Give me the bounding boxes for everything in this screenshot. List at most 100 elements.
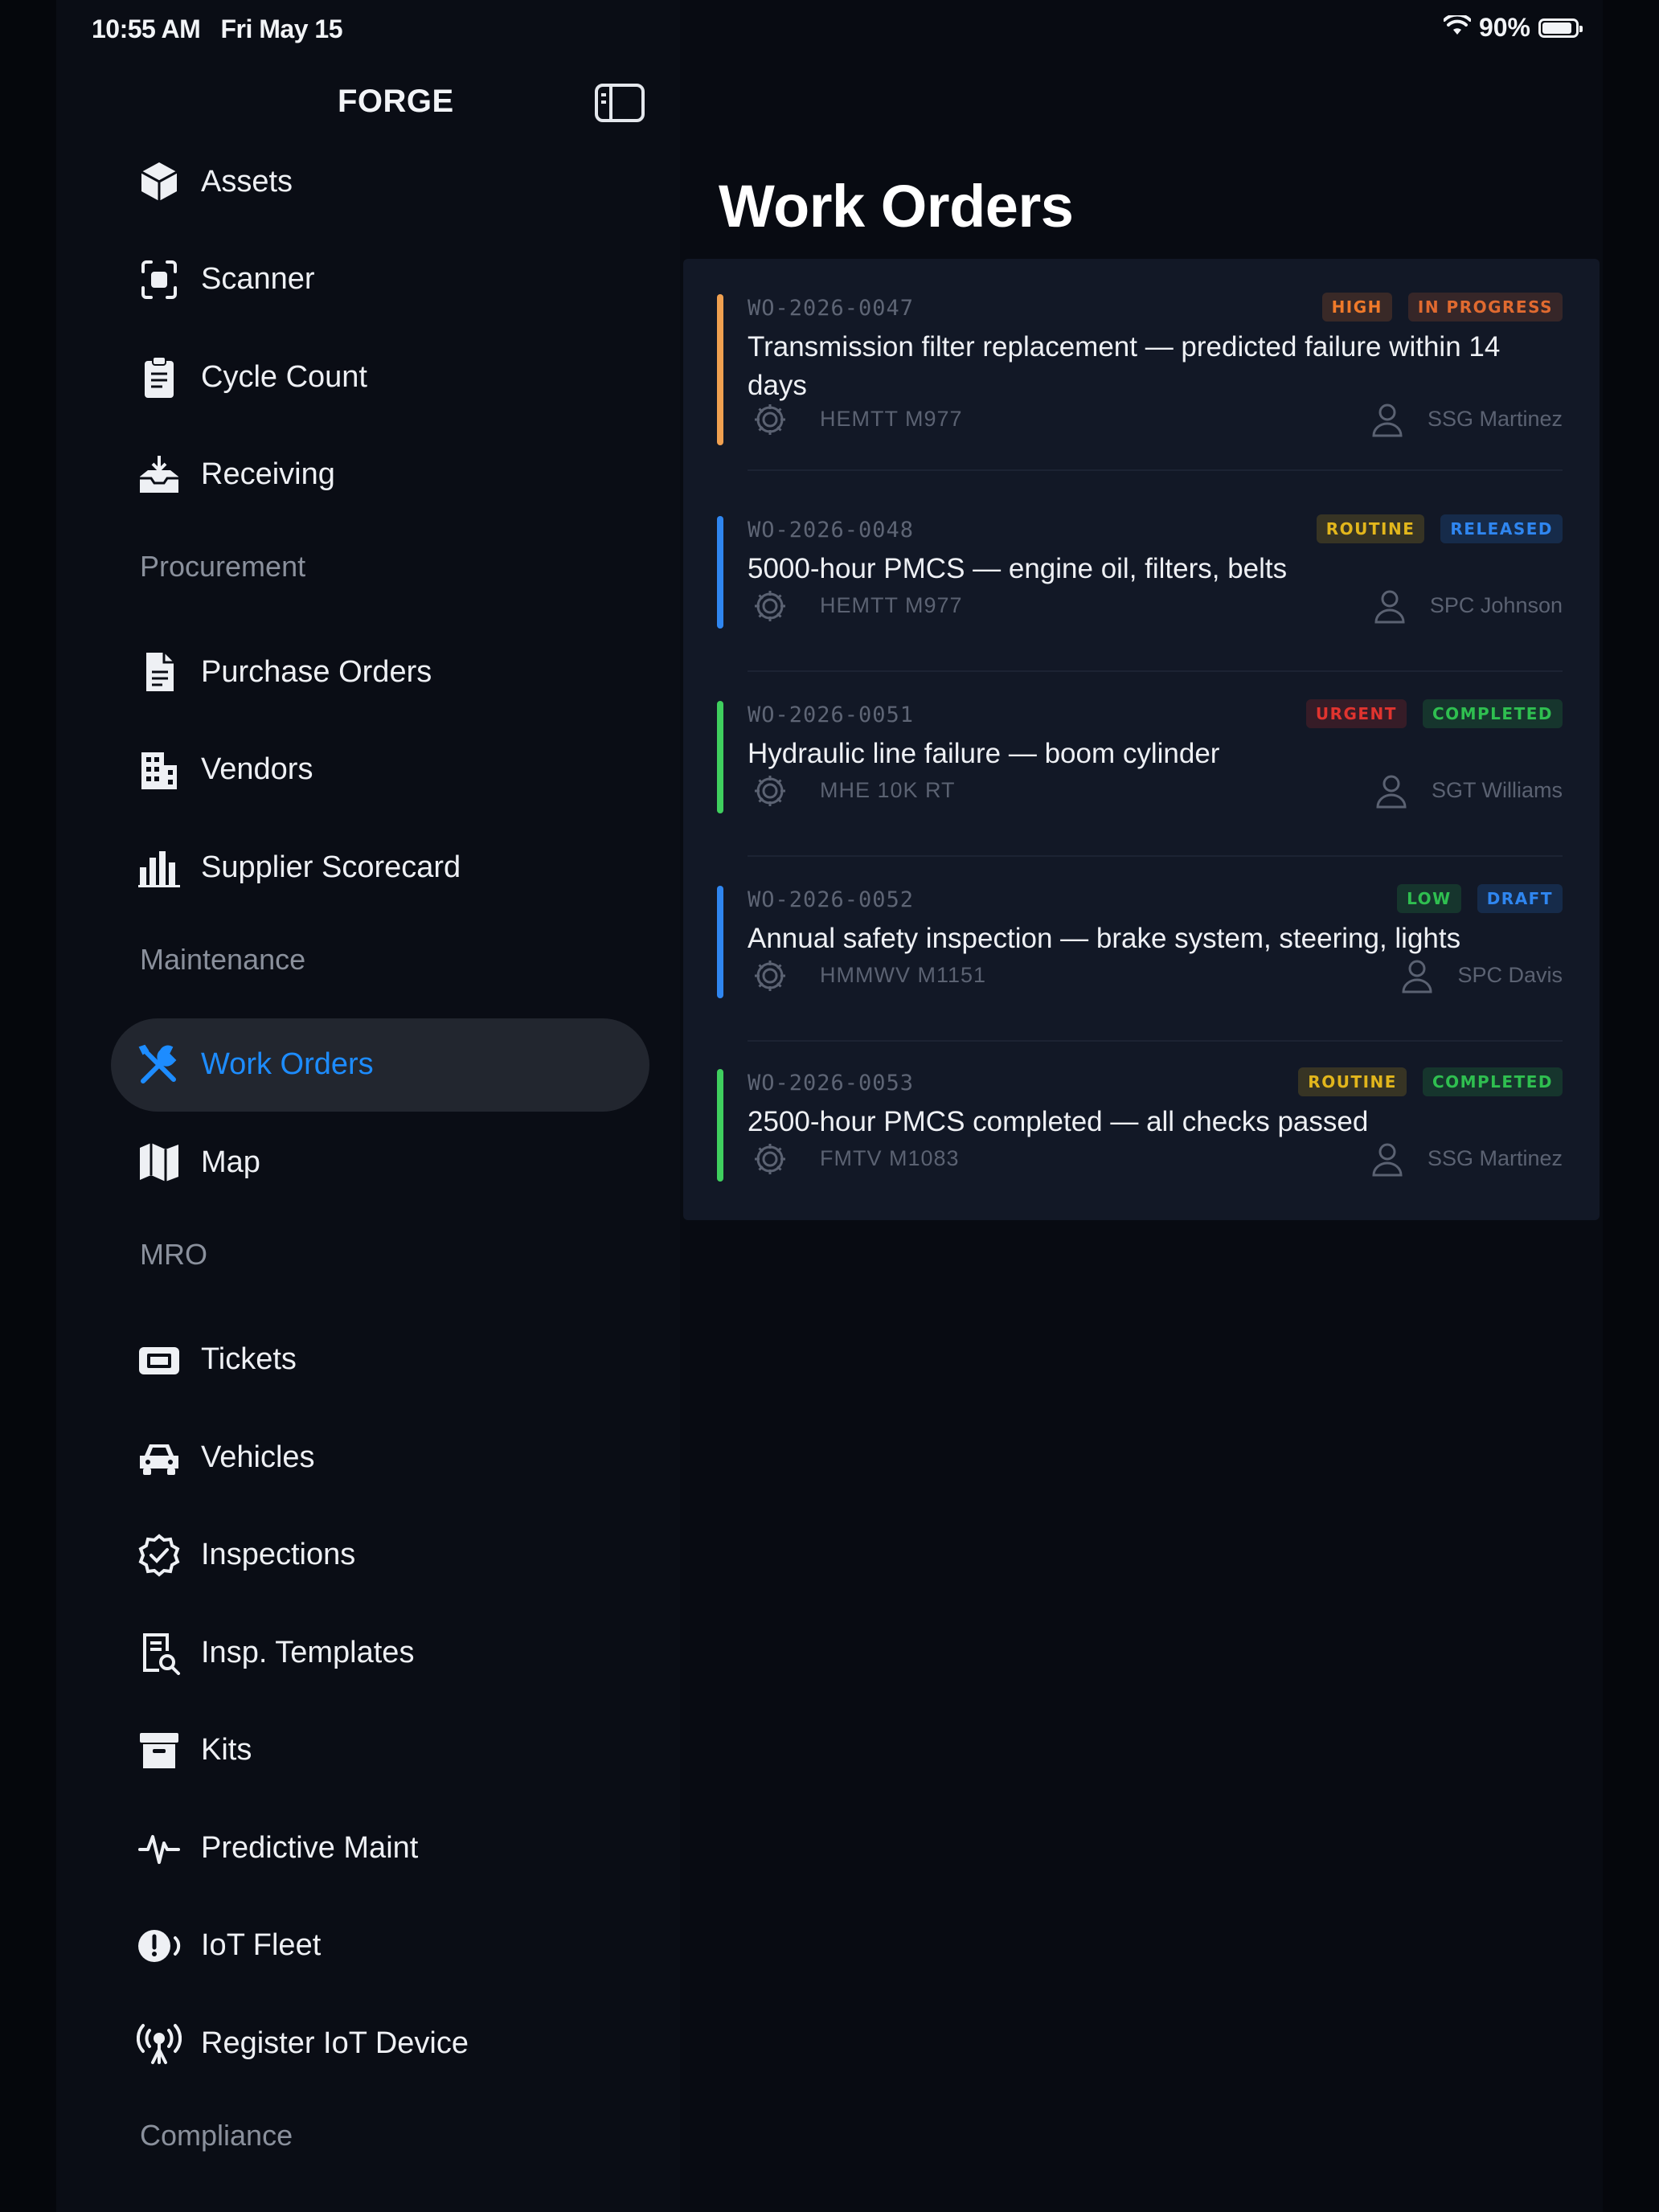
- work-order-id: WO-2026-0047: [748, 296, 915, 321]
- person-icon: [1374, 588, 1406, 624]
- sidebar-item-label: Cycle Count: [201, 359, 367, 394]
- gear-icon: [752, 1141, 788, 1177]
- work-order-card[interactable]: WO-2026-0048 ROUTINE RELEASED 5000-hour PMC…: [683, 513, 1600, 672]
- priority-badge: HIGH: [1321, 293, 1392, 322]
- sidebar-item-vendors[interactable]: Vendors: [111, 723, 649, 817]
- priority-accent-bar: [717, 516, 723, 629]
- sidebar-item-predictive-maint[interactable]: Predictive Maint: [111, 1801, 649, 1895]
- badge-row: ROUTINE COMPLETED: [1298, 1067, 1563, 1096]
- gear-icon: [752, 773, 788, 809]
- car-icon: [133, 1432, 185, 1483]
- scanner-icon: [133, 254, 185, 305]
- work-order-id: WO-2026-0053: [748, 1071, 915, 1096]
- work-order-title: Hydraulic line failure — boom cylinder: [748, 738, 1220, 769]
- priority-badge: ROUTINE: [1316, 514, 1425, 543]
- battery-percent: 90%: [1478, 13, 1530, 42]
- priority-badge: LOW: [1397, 884, 1461, 913]
- clipboard-icon: [133, 351, 185, 403]
- sidebar-item-label: Assets: [201, 164, 293, 199]
- person-icon: [1371, 402, 1403, 437]
- antenna-icon: [133, 2017, 185, 2069]
- bar-chart-icon: [133, 842, 185, 893]
- priority-badge: ROUTINE: [1298, 1067, 1407, 1096]
- priority-accent-bar: [717, 886, 723, 998]
- priority-accent-bar: [717, 701, 723, 813]
- wifi-icon: [1442, 13, 1472, 43]
- sidebar-item-iot-fleet[interactable]: IoT Fleet: [111, 1899, 649, 1993]
- sidebar-item-tickets[interactable]: Tickets: [111, 1313, 649, 1407]
- work-order-id: WO-2026-0051: [748, 703, 915, 727]
- priority-accent-bar: [717, 294, 723, 445]
- status-badge: IN PROGRESS: [1407, 293, 1563, 322]
- card-divider: [748, 469, 1563, 471]
- assignee-name: SSG Martinez: [1427, 1146, 1563, 1170]
- work-order-card[interactable]: WO-2026-0052 LOW DRAFT Annual safety inspec…: [683, 883, 1600, 1042]
- wrench-screwdriver-icon: [133, 1039, 185, 1091]
- waveform-icon: [133, 1822, 185, 1874]
- status-bar-time: 10:55 AM Fri May 15: [92, 14, 342, 44]
- work-order-card[interactable]: WO-2026-0051 URGENT COMPLETED Hydraulic lin…: [683, 698, 1600, 857]
- card-divider: [748, 670, 1563, 672]
- sidebar-item-label: Receiving: [201, 457, 335, 491]
- asset-name: HEMTT M977: [820, 407, 963, 431]
- sidebar-item-vehicles[interactable]: Vehicles: [111, 1411, 649, 1504]
- badge-row: HIGH IN PROGRESS: [1321, 293, 1563, 322]
- gear-icon: [752, 958, 788, 993]
- sidebar-item-label: Supplier Scorecard: [201, 850, 461, 884]
- work-order-title: Annual safety inspection — brake system,…: [748, 923, 1461, 954]
- status-bar-right: 90%: [1442, 13, 1583, 43]
- sidebar-item-cycle-count[interactable]: Cycle Count: [111, 330, 649, 424]
- badge-row: ROUTINE RELEASED: [1316, 514, 1563, 543]
- sidebar-item-label: Purchase Orders: [201, 654, 432, 689]
- asset-name: FMTV M1083: [820, 1146, 960, 1170]
- work-order-card[interactable]: WO-2026-0053 ROUTINE COMPLETED 2500-hour PM…: [683, 1066, 1600, 1194]
- asset-name: MHE 10K RT: [820, 778, 956, 802]
- section-label-compliance: Compliance: [140, 2118, 293, 2152]
- section-label-procurement: Procurement: [140, 550, 306, 583]
- document-icon: [133, 646, 185, 698]
- sidebar-item-inspections[interactable]: Inspections: [111, 1509, 649, 1602]
- assignee-name: SSG Martinez: [1427, 407, 1563, 431]
- battery-fill: [1542, 22, 1571, 34]
- sidebar-item-supplier-scorecard[interactable]: Supplier Scorecard: [111, 821, 649, 914]
- work-order-card[interactable]: WO-2026-0047 HIGH IN PROGRESS Transmission …: [683, 291, 1600, 471]
- card-divider: [748, 855, 1563, 857]
- asset-name: HEMTT M977: [820, 593, 963, 617]
- document-magnifier-icon: [133, 1627, 185, 1678]
- sidebar-item-label: Inspections: [201, 1538, 356, 1571]
- badge-row: LOW DRAFT: [1397, 884, 1563, 913]
- section-label-maintenance: Maintenance: [140, 942, 306, 976]
- card-divider: [748, 1040, 1563, 1042]
- sidebar-item-assets[interactable]: Assets: [111, 135, 649, 228]
- status-date-text: Fri May 15: [220, 14, 342, 43]
- sidebar-item-label: Vehicles: [201, 1440, 315, 1474]
- asset-name: HMMWV M1151: [820, 963, 987, 987]
- work-order-title: 2500-hour PMCS completed — all checks pa…: [748, 1106, 1369, 1137]
- status-badge: DRAFT: [1477, 884, 1563, 913]
- sidebar-item-label: Work Orders: [201, 1047, 374, 1081]
- sidebar-item-map[interactable]: Map: [111, 1116, 649, 1209]
- sidebar-item-label: Kits: [201, 1733, 252, 1767]
- sidebar-item-label: IoT Fleet: [201, 1928, 322, 1962]
- sidebar-item-purchase-orders[interactable]: Purchase Orders: [111, 625, 649, 719]
- sidebar-item-scanner[interactable]: Scanner: [111, 233, 649, 326]
- sensor-icon: [133, 1920, 185, 1972]
- page-title: Work Orders: [719, 173, 1074, 240]
- sidebar-item-work-orders[interactable]: Work Orders: [111, 1018, 649, 1112]
- sidebar-item-label: Tickets: [201, 1342, 297, 1376]
- status-badge: COMPLETED: [1422, 1067, 1563, 1096]
- status-badge: RELEASED: [1440, 514, 1563, 543]
- sidebar-item-register-iot-device[interactable]: Register IoT Device: [111, 1997, 649, 2090]
- badge-row: URGENT COMPLETED: [1305, 699, 1563, 728]
- sidebar-toggle-icon[interactable]: [595, 84, 645, 122]
- building-icon: [133, 744, 185, 796]
- work-order-id: WO-2026-0048: [748, 518, 915, 543]
- work-order-id: WO-2026-0052: [748, 887, 915, 912]
- work-order-title: 5000-hour PMCS — engine oil, filters, be…: [748, 553, 1288, 584]
- app-brand: FORGE: [338, 84, 454, 119]
- sidebar-item-kits[interactable]: Kits: [111, 1704, 649, 1797]
- person-icon: [1401, 958, 1433, 993]
- sidebar-item-insp-templates[interactable]: Insp. Templates: [111, 1606, 649, 1699]
- sidebar-item-label: Scanner: [201, 262, 315, 296]
- sidebar-item-receiving[interactable]: Receiving: [111, 428, 649, 522]
